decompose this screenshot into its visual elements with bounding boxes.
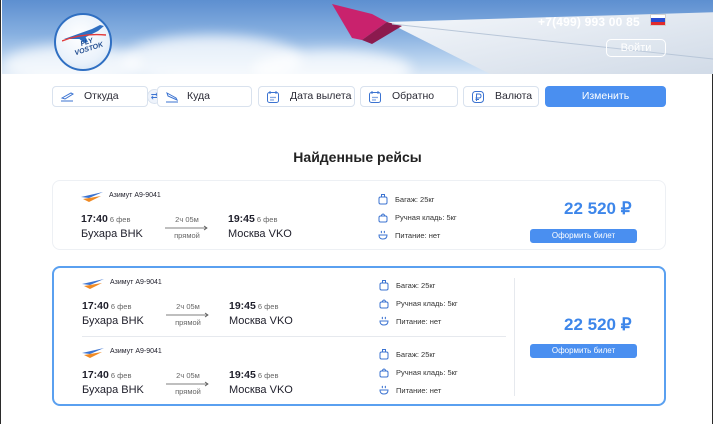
flight-duration: 2ч 05м xyxy=(176,302,200,311)
meal-icon xyxy=(378,230,388,240)
hand-luggage-icon xyxy=(378,213,388,223)
departure-date: 6 фев xyxy=(110,371,132,380)
currency-field[interactable]: Валюта xyxy=(463,86,539,107)
meal-icon xyxy=(379,385,389,395)
hand-luggage-icon xyxy=(379,368,389,378)
flight-price: 22 520 ₽ xyxy=(564,315,632,334)
flight-segment: Азимут А9-9041 17:40 6 фев Бухара BHK 2ч … xyxy=(82,348,458,396)
russian-flag-icon[interactable] xyxy=(650,14,666,26)
flight-duration: 2ч 05м xyxy=(175,215,199,224)
page-title: Найденные рейсы xyxy=(293,149,422,165)
departure-city: Бухара BHK xyxy=(82,384,144,396)
depart-date-field[interactable]: Дата вылета xyxy=(258,86,355,107)
arrival-city: Москва VKO xyxy=(229,315,293,327)
airline-logo-icon xyxy=(81,192,103,202)
phone-number[interactable]: +7(499) 993 00 85 xyxy=(538,15,640,29)
ruble-icon xyxy=(472,91,484,103)
login-button[interactable]: Войти xyxy=(606,39,666,57)
return-label: Обратно xyxy=(392,90,435,102)
arrival-date: 6 фев xyxy=(257,371,279,380)
baggage-icon xyxy=(378,194,388,205)
airplane-wing-image xyxy=(332,4,713,74)
departure-time: 17:40 6 фев xyxy=(82,369,132,381)
arrival-date: 6 фев xyxy=(256,215,278,224)
landing-icon xyxy=(166,91,179,103)
return-date-field[interactable]: Обратно xyxy=(360,86,458,107)
flight-card-selected[interactable]: Азимут А9-9041 17:40 6 фев Бухара BHK 2ч … xyxy=(52,266,666,406)
arrival-time: 19:45 6 фев xyxy=(229,300,279,312)
from-field[interactable]: Откуда xyxy=(52,86,148,107)
departure-city: Бухара BHK xyxy=(81,228,143,240)
to-field[interactable]: Куда xyxy=(157,86,252,107)
search-bar: Откуда ⇄ Куда Дата вылета Обратно Валюта… xyxy=(52,86,666,107)
arrival-city: Москва VKO xyxy=(228,228,292,240)
currency-label: Валюта xyxy=(495,90,533,102)
arrival-date: 6 фев xyxy=(257,302,279,311)
change-search-button[interactable]: Изменить xyxy=(545,86,666,107)
fly-vostok-logo[interactable]: FLY VOSTOK xyxy=(54,13,112,71)
arrival-time: 19:45 6 фев xyxy=(228,213,278,225)
airline-name: Азимут А9-9041 xyxy=(110,279,162,286)
departure-date: 6 фев xyxy=(110,302,132,311)
flight-card[interactable]: Азимут А9-9041 17:40 6 фев Бухара BHK 2ч … xyxy=(52,180,666,250)
airline-name: Азимут А9-9041 xyxy=(109,192,161,199)
page-frame: FLY VOSTOK +7(499) 993 00 85 Войти Откуд… xyxy=(0,0,713,424)
flight-type: прямой xyxy=(174,231,200,240)
baggage-icon xyxy=(379,349,389,360)
hand-luggage-icon xyxy=(379,299,389,309)
departure-date: 6 фев xyxy=(109,215,131,224)
flight-segment: Азимут А9-9041 17:40 6 фев Бухара BHK 2ч … xyxy=(81,192,457,240)
card-divider xyxy=(514,278,515,396)
flight-segment: Азимут А9-9041 17:40 6 фев Бухара BHK 2ч … xyxy=(82,279,458,327)
airline-logo-icon xyxy=(82,348,104,358)
baggage-icon xyxy=(379,280,389,291)
airline-name: Азимут А9-9041 xyxy=(110,348,162,355)
buy-ticket-button[interactable]: Оформить билет xyxy=(530,229,637,243)
departure-time: 17:40 6 фев xyxy=(81,213,131,225)
calendar-icon xyxy=(369,91,381,103)
meal-icon xyxy=(379,316,389,326)
calendar-icon xyxy=(267,91,279,103)
departure-city: Бухара BHK xyxy=(82,315,144,327)
flight-type: прямой xyxy=(175,387,201,396)
arrival-time: 19:45 6 фев xyxy=(229,369,279,381)
arrival-city: Москва VKO xyxy=(229,384,293,396)
flight-type: прямой xyxy=(175,318,201,327)
flight-duration: 2ч 05м xyxy=(176,371,200,380)
takeoff-icon xyxy=(60,92,74,102)
depart-label: Дата вылета xyxy=(290,90,352,102)
flight-price: 22 520 ₽ xyxy=(564,199,632,218)
header-banner: FLY VOSTOK +7(499) 993 00 85 Войти xyxy=(2,0,713,74)
buy-ticket-button[interactable]: Оформить билет xyxy=(530,344,637,358)
departure-time: 17:40 6 фев xyxy=(82,300,132,312)
to-label: Куда xyxy=(187,90,210,102)
from-label: Откуда xyxy=(84,90,119,102)
airline-logo-icon xyxy=(82,279,104,289)
